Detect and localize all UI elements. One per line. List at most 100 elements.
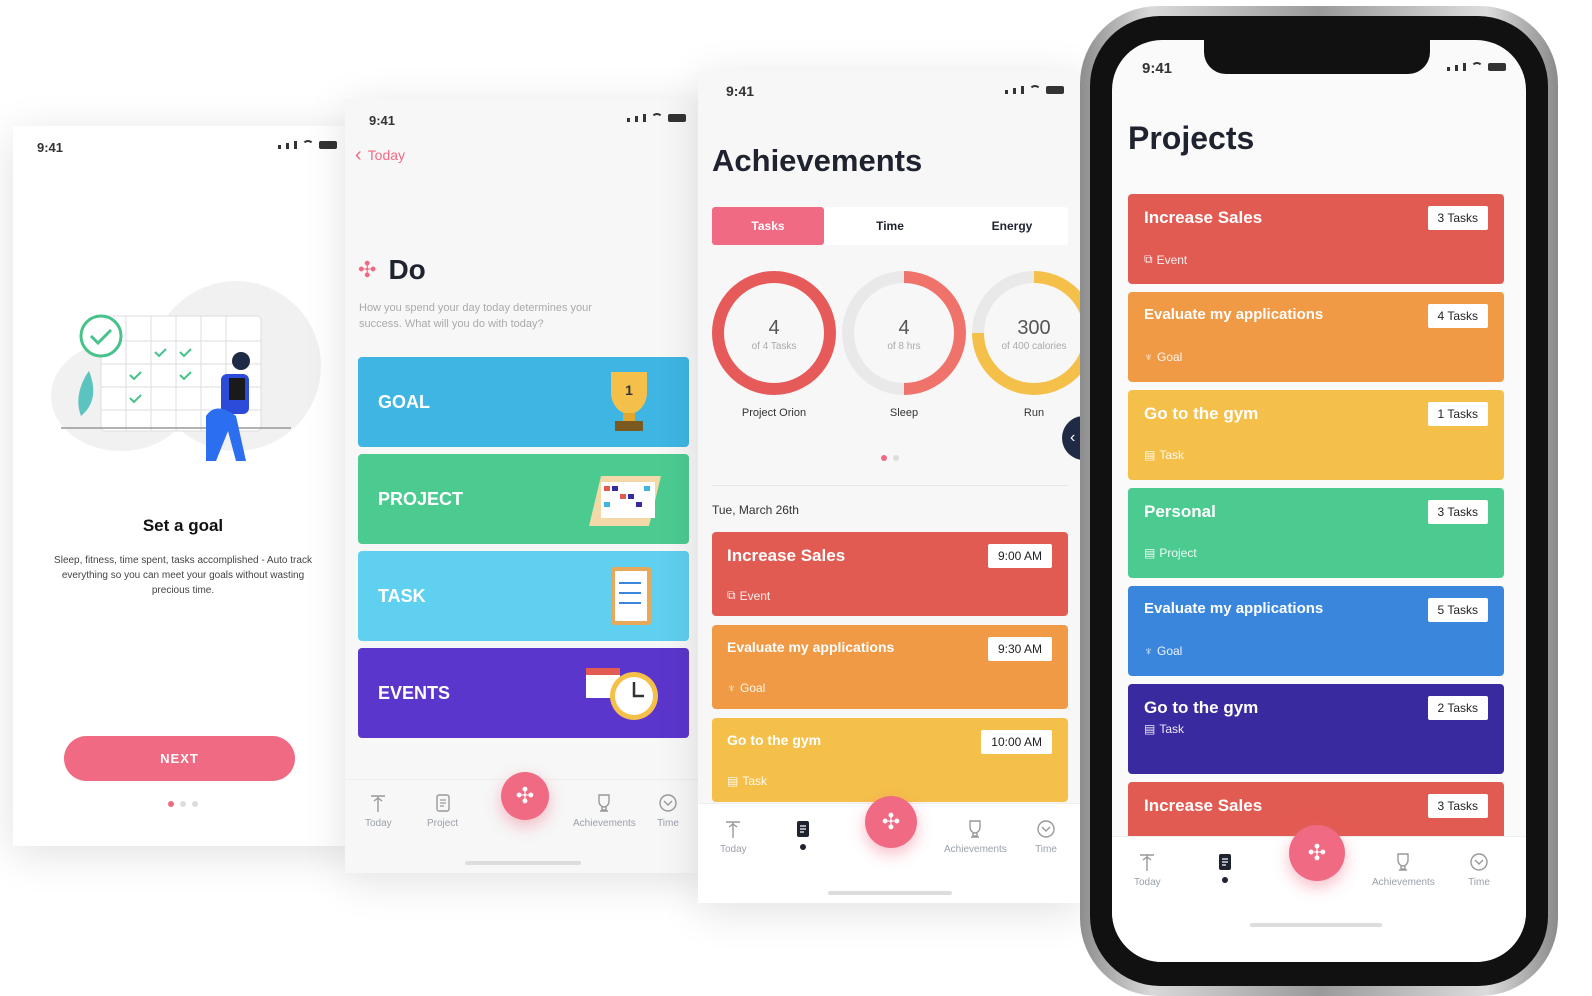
- ring-sub: of 400 calories: [1001, 341, 1067, 352]
- tab-achievements[interactable]: Achievements: [944, 818, 1007, 855]
- tab-today-label: Today: [720, 844, 747, 855]
- tab-time[interactable]: Time: [657, 792, 679, 829]
- event-type-label: Task: [742, 774, 768, 788]
- status-time: 9:41: [1142, 60, 1173, 77]
- next-button[interactable]: NEXT: [64, 736, 295, 781]
- event-icon: ⧉: [1144, 252, 1153, 266]
- task-count-badge: 3 Tasks: [1427, 206, 1488, 230]
- tab-achievements-label: Achievements: [1372, 877, 1435, 888]
- event-time-badge: 10:00 AM: [981, 730, 1052, 754]
- goal-icon: ♆: [1144, 350, 1153, 364]
- chevron-left-icon: ‹: [1070, 429, 1076, 446]
- project-title: Go to the gym: [1144, 404, 1259, 423]
- back-button[interactable]: ‹ Today: [355, 145, 406, 165]
- tab-today[interactable]: Today: [365, 792, 392, 829]
- ring-label: Project Orion: [741, 407, 807, 419]
- battery-icon: [1046, 86, 1064, 94]
- goal-card[interactable]: GOAL 1: [358, 357, 689, 447]
- project-type-label: Task: [1159, 722, 1185, 736]
- date-heading: Tue, March 26th: [712, 503, 799, 517]
- project-card[interactable]: Evaluate my applications 4 Tasks ♆ Goal: [1128, 292, 1504, 382]
- status-icons: [1005, 85, 1064, 94]
- tab-achievements[interactable]: Achievements: [1372, 851, 1435, 888]
- event-card[interactable]: Go to the gym 10:00 AM ▤ Task: [712, 718, 1068, 802]
- task-icon: ▤: [1144, 722, 1156, 736]
- ring-label: Sleep: [889, 407, 919, 419]
- segment-tasks[interactable]: Tasks: [712, 207, 824, 245]
- event-type: ♆ Goal: [727, 681, 765, 695]
- wifi-icon: [1471, 62, 1483, 71]
- add-button[interactable]: ✣: [501, 772, 549, 820]
- project-title: Go to the gym: [1144, 698, 1259, 717]
- tab-achievements-label: Achievements: [944, 844, 1007, 855]
- project-type: ⧉ Event: [1144, 252, 1187, 267]
- project-type-label: Task: [1159, 448, 1185, 462]
- project-title: Evaluate my applications: [1144, 306, 1324, 323]
- event-title: Increase Sales: [727, 546, 846, 565]
- segment-time[interactable]: Time: [834, 207, 946, 245]
- progress-ring-1: 4 of 8 hrs Sleep: [842, 271, 966, 431]
- bottom-tab-bar: Today ✣ Achievements Time: [698, 796, 1082, 903]
- tab-today[interactable]: Today: [720, 818, 747, 855]
- event-type-label: Event: [739, 588, 771, 603]
- project-card[interactable]: Increase Sales 3 Tasks ⧉ Event: [1128, 194, 1504, 284]
- project-card[interactable]: Go to the gym 1 Tasks ▤ Task: [1128, 390, 1504, 480]
- ring-sub: of 4 Tasks: [751, 341, 797, 352]
- page-indicator: [13, 794, 353, 812]
- ring-value: 4: [768, 317, 780, 339]
- clock-icon: [1470, 853, 1488, 871]
- event-card[interactable]: Increase Sales 9:00 AM ⧉ Event: [712, 532, 1068, 616]
- ring-value: 4: [898, 317, 910, 339]
- project-doc-icon: [435, 794, 450, 812]
- achievements-screen: 9:41 Achievements Tasks Time Energy 4 of …: [698, 71, 1082, 903]
- events-card[interactable]: EVENTS: [358, 648, 689, 738]
- project-title: Increase Sales: [1144, 208, 1263, 227]
- page-title: ✣ Do: [358, 254, 426, 286]
- segment-energy[interactable]: Energy: [956, 207, 1068, 245]
- progress-ring-0: 4 of 4 Tasks Project Orion: [712, 271, 836, 431]
- project-card[interactable]: Go to the gym 2 Tasks ▤ Task: [1128, 684, 1504, 774]
- goal-card-label: GOAL: [378, 392, 430, 412]
- trophy-icon: 1: [611, 372, 647, 431]
- wifi-icon: [651, 113, 663, 122]
- status-bar: 9:41: [698, 71, 1082, 111]
- status-icons: [278, 140, 337, 149]
- tab-achievements[interactable]: Achievements: [573, 792, 636, 829]
- tab-today[interactable]: Today: [1134, 851, 1161, 888]
- task-count-badge: 3 Tasks: [1427, 794, 1488, 818]
- event-time-badge: 9:00 AM: [987, 544, 1052, 568]
- page-title: Projects: [1128, 120, 1255, 156]
- event-type-label: Goal: [740, 681, 766, 695]
- task-icon: ▤: [727, 774, 739, 788]
- tab-project[interactable]: Project: [427, 792, 458, 829]
- tab-time[interactable]: Time: [1468, 851, 1490, 888]
- add-button[interactable]: ✣: [1289, 825, 1345, 881]
- plus-icon: ✣: [515, 783, 535, 808]
- tab-time[interactable]: Time: [1035, 818, 1057, 855]
- status-time: 9:41: [37, 140, 64, 155]
- status-bar: 9:41: [13, 126, 353, 166]
- task-card-label: TASK: [378, 586, 426, 606]
- event-type: ⧉ Event: [727, 588, 770, 603]
- back-label: Today: [367, 147, 406, 163]
- task-card[interactable]: TASK: [358, 551, 689, 641]
- segmented-control: Tasks Time Energy: [712, 207, 1068, 245]
- tab-time-label: Time: [657, 818, 679, 829]
- project-type-label: Goal: [1157, 350, 1183, 364]
- tab-project[interactable]: [1214, 851, 1236, 883]
- project-title: Evaluate my applications: [1144, 600, 1324, 617]
- tab-project[interactable]: [792, 818, 814, 850]
- add-button[interactable]: ✣: [865, 796, 917, 848]
- event-title: Go to the gym: [727, 732, 822, 748]
- project-card[interactable]: PROJECT: [358, 454, 689, 544]
- project-type: ▤ Task: [1144, 448, 1184, 462]
- project-card[interactable]: Evaluate my applications 5 Tasks ♆ Goal: [1128, 586, 1504, 676]
- battery-icon: [1488, 63, 1506, 71]
- active-tab-dot: [1222, 877, 1228, 883]
- project-card[interactable]: Personal 3 Tasks ▤ Project: [1128, 488, 1504, 578]
- today-icon: [1140, 854, 1155, 871]
- task-count-badge: 4 Tasks: [1427, 304, 1488, 328]
- wifi-icon: [1029, 85, 1041, 94]
- event-card[interactable]: Evaluate my applications 9:30 AM ♆ Goal: [712, 625, 1068, 709]
- tab-project-label: Project: [427, 818, 459, 829]
